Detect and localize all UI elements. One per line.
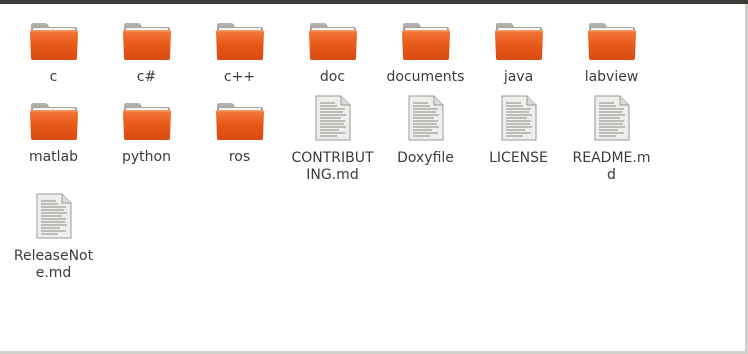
item-label: doc xyxy=(319,69,346,85)
folder-icon xyxy=(24,17,84,61)
item-label: CONTRIBUTING.md xyxy=(291,150,374,183)
file-grid: c c# c++ doc documents java labview matl… xyxy=(8,11,666,282)
file-item[interactable]: CONTRIBUTING.md xyxy=(287,91,378,184)
folder-item[interactable]: c xyxy=(8,11,99,86)
text-file-icon xyxy=(396,95,456,141)
item-label: java xyxy=(503,69,534,85)
folder-icon xyxy=(210,97,270,141)
folder-icon xyxy=(24,97,84,141)
item-label: labview xyxy=(584,69,639,85)
folder-item[interactable]: c++ xyxy=(194,11,285,86)
item-label: c# xyxy=(136,69,157,85)
folder-icon xyxy=(117,17,177,61)
folder-item[interactable]: python xyxy=(101,91,192,184)
item-label: python xyxy=(122,149,171,165)
item-label: ReleaseNote.md xyxy=(13,248,94,281)
file-item[interactable]: ReleaseNote.md xyxy=(8,189,99,282)
text-file-icon xyxy=(303,95,363,141)
text-file-icon xyxy=(24,193,84,239)
item-label: documents xyxy=(386,69,465,85)
folder-icon xyxy=(303,17,363,61)
folder-item[interactable]: labview xyxy=(566,11,657,86)
folder-icon xyxy=(117,97,177,141)
file-item[interactable]: LICENSE xyxy=(473,91,564,184)
folder-item[interactable]: doc xyxy=(287,11,378,86)
file-item[interactable]: Doxyfile xyxy=(380,91,471,184)
file-item[interactable]: README.md xyxy=(566,91,657,184)
folder-icon xyxy=(582,17,642,61)
folder-item[interactable]: java xyxy=(473,11,564,86)
item-label: Doxyfile xyxy=(397,150,454,166)
folder-icon xyxy=(396,17,456,61)
item-label: README.md xyxy=(572,150,651,183)
folder-item[interactable]: documents xyxy=(380,11,471,86)
text-file-icon xyxy=(582,95,642,141)
folder-item[interactable]: matlab xyxy=(8,91,99,184)
item-label: matlab xyxy=(28,149,79,165)
folder-icon xyxy=(210,17,270,61)
item-label: c++ xyxy=(223,69,256,85)
folder-item[interactable]: c# xyxy=(101,11,192,86)
item-label: ros xyxy=(228,149,251,165)
text-file-icon xyxy=(489,95,549,141)
folder-item[interactable]: ros xyxy=(194,91,285,184)
item-label: c xyxy=(49,69,58,85)
folder-icon xyxy=(489,17,549,61)
item-label: LICENSE xyxy=(489,150,548,166)
